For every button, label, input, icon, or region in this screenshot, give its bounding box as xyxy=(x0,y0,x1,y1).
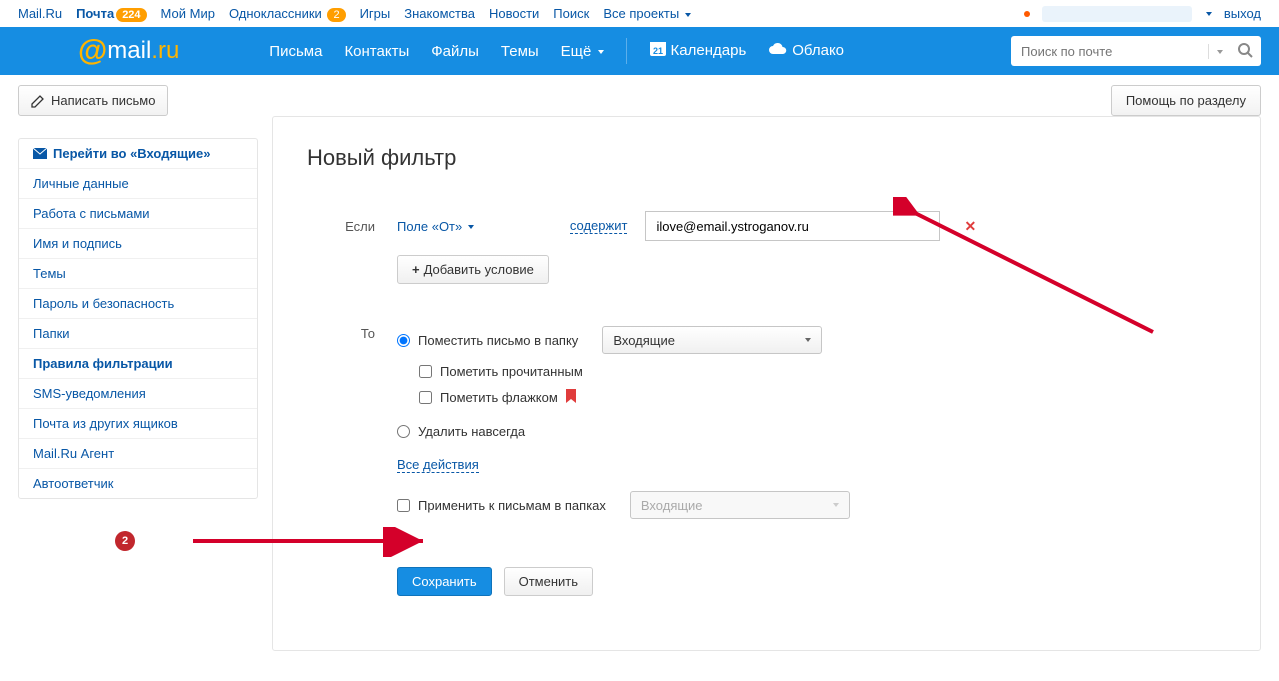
status-dot-icon xyxy=(1024,11,1030,17)
page-title: Новый фильтр xyxy=(307,145,1226,171)
sidebar-item-messages[interactable]: Работа с письмами xyxy=(19,198,257,228)
search-input[interactable] xyxy=(1011,44,1208,59)
sidebar-item-external[interactable]: Почта из других ящиков xyxy=(19,408,257,438)
apply-folders-checkbox[interactable] xyxy=(397,499,410,512)
apply-folder-select: Входящие xyxy=(630,491,850,519)
nav-separator xyxy=(626,38,627,64)
mark-flag-label: Пометить флажком xyxy=(440,390,558,405)
nav-themes[interactable]: Темы xyxy=(501,43,539,60)
cloud-icon xyxy=(768,42,788,60)
filter-form: Новый фильтр Если Поле «От» содержит ✕ +… xyxy=(272,116,1261,651)
chevron-down-icon xyxy=(685,13,691,17)
chevron-down-icon xyxy=(833,503,839,507)
nav-letters[interactable]: Письма xyxy=(269,43,322,60)
portal-link-allprojects-label: Все проекты xyxy=(603,6,679,21)
nav-files[interactable]: Файлы xyxy=(431,43,479,60)
nav-more[interactable]: Ещё xyxy=(561,43,604,60)
sidebar-item-inbox[interactable]: Перейти во «Входящие» xyxy=(19,139,257,168)
sidebar-item-sms[interactable]: SMS-уведомления xyxy=(19,378,257,408)
sidebar-item-label: Перейти во «Входящие» xyxy=(53,146,210,161)
condition-value-input[interactable] xyxy=(645,211,940,241)
svg-text:21: 21 xyxy=(653,46,663,56)
settings-sidebar: Перейти во «Входящие» Личные данные Рабо… xyxy=(18,138,258,499)
mail-badge: 224 xyxy=(116,8,146,22)
condition-operator[interactable]: содержит xyxy=(570,218,628,234)
remove-condition-button[interactable]: ✕ xyxy=(964,218,976,235)
portal-link-mail[interactable]: Почта224 xyxy=(76,6,146,22)
portal-link-search[interactable]: Поиск xyxy=(553,6,589,21)
sidebar-item-autoresp[interactable]: Автоответчик xyxy=(19,468,257,498)
ok-badge: 2 xyxy=(327,8,345,22)
logo-ru: .ru xyxy=(151,37,179,65)
sidebar-item-name-sign[interactable]: Имя и подпись xyxy=(19,228,257,258)
condition-field-select[interactable]: Поле «От» xyxy=(397,219,474,234)
sidebar-item-filters[interactable]: Правила фильтрации xyxy=(19,348,257,378)
search-button[interactable] xyxy=(1229,42,1261,61)
flag-icon xyxy=(566,389,576,406)
sidebar-item-folders[interactable]: Папки xyxy=(19,318,257,348)
mark-read-label: Пометить прочитанным xyxy=(440,364,583,379)
calendar-icon: 21 xyxy=(649,40,667,62)
portal-link-mailru[interactable]: Mail.Ru xyxy=(18,6,62,21)
search-box xyxy=(1011,36,1261,66)
sidebar-item-security[interactable]: Пароль и безопасность xyxy=(19,288,257,318)
apply-folder-value: Входящие xyxy=(641,498,703,513)
mark-read-checkbox[interactable] xyxy=(419,365,432,378)
search-icon xyxy=(1237,42,1253,58)
nav-contacts[interactable]: Контакты xyxy=(344,43,409,60)
apply-folders-label: Применить к письмам в папках xyxy=(418,498,606,513)
mark-flag-checkbox[interactable] xyxy=(419,391,432,404)
action-move-radio[interactable] xyxy=(397,334,410,347)
portal-link-games[interactable]: Игры xyxy=(360,6,391,21)
then-label: То xyxy=(307,326,397,341)
portal-link-allprojects[interactable]: Все проекты xyxy=(603,6,691,21)
nav-calendar-label: Календарь xyxy=(671,42,747,59)
portal-link-mymir[interactable]: Мой Мир xyxy=(161,6,215,21)
logout-link[interactable]: выход xyxy=(1224,6,1261,21)
nav-cloud[interactable]: Облако xyxy=(768,42,844,60)
envelope-icon xyxy=(33,148,47,159)
compose-icon xyxy=(31,94,45,108)
target-folder-select[interactable]: Входящие xyxy=(602,326,822,354)
compose-label: Написать письмо xyxy=(51,93,155,108)
plus-icon: + xyxy=(412,262,420,277)
logo-at-icon: @ xyxy=(78,34,107,68)
portal-link-ok[interactable]: Одноклассники 2 xyxy=(229,6,346,22)
cancel-button[interactable]: Отменить xyxy=(504,567,593,596)
chevron-down-icon xyxy=(468,225,474,229)
target-folder-value: Входящие xyxy=(613,333,675,348)
chevron-down-icon xyxy=(598,50,604,54)
nav-cloud-label: Облако xyxy=(792,42,844,59)
user-chevron-down-icon[interactable] xyxy=(1206,12,1212,16)
user-dropdown[interactable] xyxy=(1042,6,1192,22)
action-delete-radio[interactable] xyxy=(397,425,410,438)
sidebar-item-personal[interactable]: Личные данные xyxy=(19,168,257,198)
logo[interactable]: @mail.ru xyxy=(78,34,179,68)
chevron-down-icon xyxy=(1217,50,1223,54)
logo-text: mail xyxy=(107,37,151,65)
help-button[interactable]: Помощь по разделу xyxy=(1111,85,1261,116)
compose-button[interactable]: Написать письмо xyxy=(18,85,168,116)
portal-link-dating[interactable]: Знакомства xyxy=(404,6,475,21)
action-move-label: Поместить письмо в папку xyxy=(418,333,578,348)
all-actions-link[interactable]: Все действия xyxy=(397,457,479,473)
nav-more-label: Ещё xyxy=(561,43,592,60)
search-scope-dropdown[interactable] xyxy=(1208,44,1229,59)
sidebar-item-agent[interactable]: Mail.Ru Агент xyxy=(19,438,257,468)
action-delete-label: Удалить навсегда xyxy=(418,424,525,439)
save-button[interactable]: Сохранить xyxy=(397,567,492,596)
add-condition-button[interactable]: + Добавить условие xyxy=(397,255,549,284)
annotation-badge-2: 2 xyxy=(115,531,135,551)
sidebar-item-themes[interactable]: Темы xyxy=(19,258,257,288)
if-label: Если xyxy=(307,219,397,234)
portal-link-news[interactable]: Новости xyxy=(489,6,539,21)
chevron-down-icon xyxy=(805,338,811,342)
portal-link-mail-label: Почта xyxy=(76,6,114,21)
nav-calendar[interactable]: 21 Календарь xyxy=(649,40,747,62)
condition-field-label: Поле «От» xyxy=(397,219,462,234)
add-condition-label: Добавить условие xyxy=(424,262,534,277)
portal-link-ok-label: Одноклассники xyxy=(229,6,322,21)
